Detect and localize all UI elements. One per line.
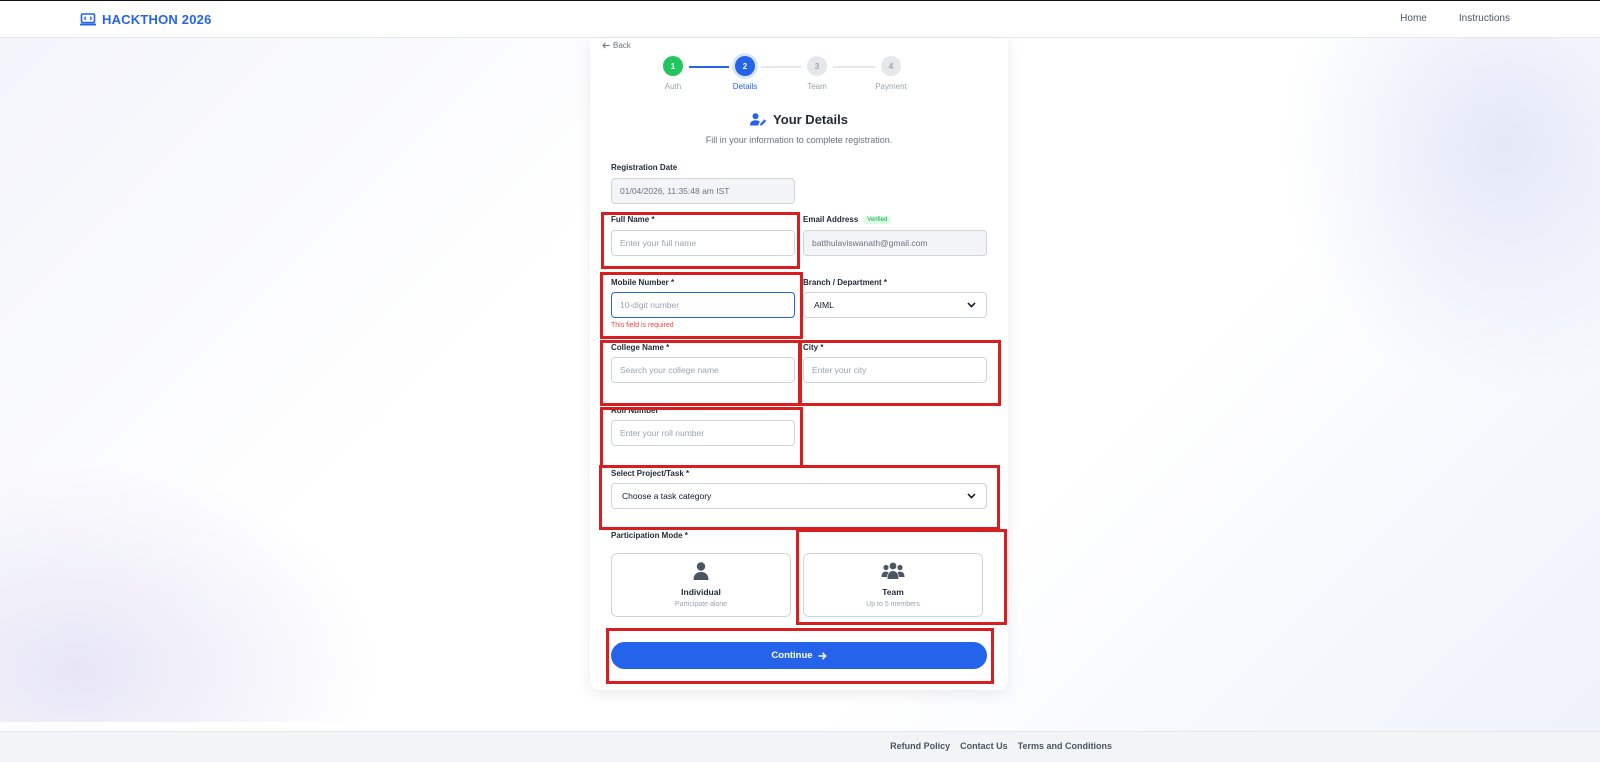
step-number: 2 bbox=[735, 56, 755, 76]
project-selected-value: Choose a task category bbox=[622, 491, 712, 501]
step-label: Auth bbox=[664, 82, 682, 91]
branch-select[interactable]: AIML bbox=[803, 292, 987, 318]
registration-date-label: Registration Date bbox=[611, 163, 678, 172]
title-text: Your Details bbox=[773, 112, 848, 127]
email-field bbox=[803, 230, 987, 256]
registration-date-field bbox=[611, 178, 795, 204]
users-icon bbox=[881, 562, 905, 579]
team-mode-option[interactable]: Team Up to 5 members bbox=[803, 553, 983, 617]
nav-home-link[interactable]: Home bbox=[1400, 13, 1427, 24]
roll-number-label: Roll Number * bbox=[611, 406, 664, 415]
college-label: College Name * bbox=[611, 343, 670, 352]
laptop-code-icon bbox=[80, 13, 96, 26]
step-label: Details bbox=[732, 82, 758, 91]
roll-number-input[interactable] bbox=[611, 420, 795, 446]
individual-title: Individual bbox=[681, 587, 721, 597]
nav-links: Home Instructions bbox=[1400, 13, 1510, 24]
step-number: 4 bbox=[881, 56, 901, 76]
city-input[interactable] bbox=[803, 357, 987, 383]
brand-name: HACKTHON 2026 bbox=[102, 12, 212, 27]
email-label: Email Address Verified bbox=[803, 215, 892, 224]
team-title: Team bbox=[882, 587, 904, 597]
brand-logo[interactable]: HACKTHON 2026 bbox=[80, 12, 212, 27]
continue-label: Continue bbox=[771, 650, 813, 661]
step-number: 1 bbox=[663, 56, 683, 76]
footer-links: Refund Policy Contact Us Terms and Condi… bbox=[890, 741, 1112, 751]
nav-instructions-link[interactable]: Instructions bbox=[1459, 13, 1510, 24]
individual-mode-option[interactable]: Individual Participate alone bbox=[611, 553, 791, 617]
terms-link[interactable]: Terms and Conditions bbox=[1018, 741, 1112, 751]
verified-badge: Verified bbox=[863, 215, 892, 224]
step-details[interactable]: 2 Details bbox=[715, 56, 775, 91]
refund-policy-link[interactable]: Refund Policy bbox=[890, 741, 950, 751]
team-subtitle: Up to 5 members bbox=[866, 601, 920, 608]
full-name-label: Full Name * bbox=[611, 215, 655, 224]
mobile-error-text: This field is required bbox=[611, 322, 674, 329]
step-team[interactable]: 3 Team bbox=[787, 56, 847, 91]
chevron-down-icon bbox=[967, 493, 976, 499]
chevron-down-icon bbox=[967, 302, 976, 308]
arrow-left-icon bbox=[602, 42, 610, 49]
individual-subtitle: Participate alone bbox=[674, 601, 728, 608]
background-glow bbox=[0, 462, 380, 722]
continue-button[interactable]: Continue bbox=[611, 642, 987, 669]
branch-label: Branch / Department * bbox=[803, 278, 888, 287]
college-search-input[interactable] bbox=[611, 357, 795, 383]
page-subtitle: Fill in your information to complete reg… bbox=[705, 135, 893, 145]
step-auth[interactable]: 1 Auth bbox=[643, 56, 703, 91]
project-select[interactable]: Choose a task category bbox=[611, 483, 987, 509]
back-link[interactable]: Back bbox=[602, 41, 631, 50]
email-label-text: Email Address bbox=[803, 215, 859, 224]
city-label: City * bbox=[803, 343, 824, 352]
arrow-right-icon bbox=[818, 651, 827, 660]
branch-selected-value: AIML bbox=[814, 300, 834, 310]
mobile-label: Mobile Number * bbox=[611, 278, 675, 287]
step-label: Payment bbox=[875, 82, 907, 91]
contact-us-link[interactable]: Contact Us bbox=[960, 741, 1008, 751]
project-label: Select Project/Task * bbox=[611, 469, 690, 478]
full-name-input[interactable] bbox=[611, 230, 795, 256]
page-footer: Refund Policy Contact Us Terms and Condi… bbox=[0, 731, 1600, 762]
page-title: Your Details bbox=[590, 112, 1008, 127]
user-edit-icon bbox=[750, 113, 767, 126]
user-icon bbox=[693, 562, 709, 580]
registration-card: Back 1 Auth 2 Details 3 Team 4 Payment Y… bbox=[590, 38, 1008, 690]
back-label: Back bbox=[613, 41, 631, 50]
top-navbar: HACKTHON 2026 Home Instructions bbox=[0, 0, 1600, 38]
step-payment[interactable]: 4 Payment bbox=[861, 56, 921, 91]
progress-stepper: 1 Auth 2 Details 3 Team 4 Payment bbox=[590, 56, 1008, 96]
background-glow bbox=[1280, 38, 1600, 398]
mobile-input[interactable] bbox=[611, 292, 795, 318]
participation-label: Participation Mode * bbox=[611, 531, 688, 540]
step-label: Team bbox=[807, 82, 827, 91]
step-number: 3 bbox=[807, 56, 827, 76]
